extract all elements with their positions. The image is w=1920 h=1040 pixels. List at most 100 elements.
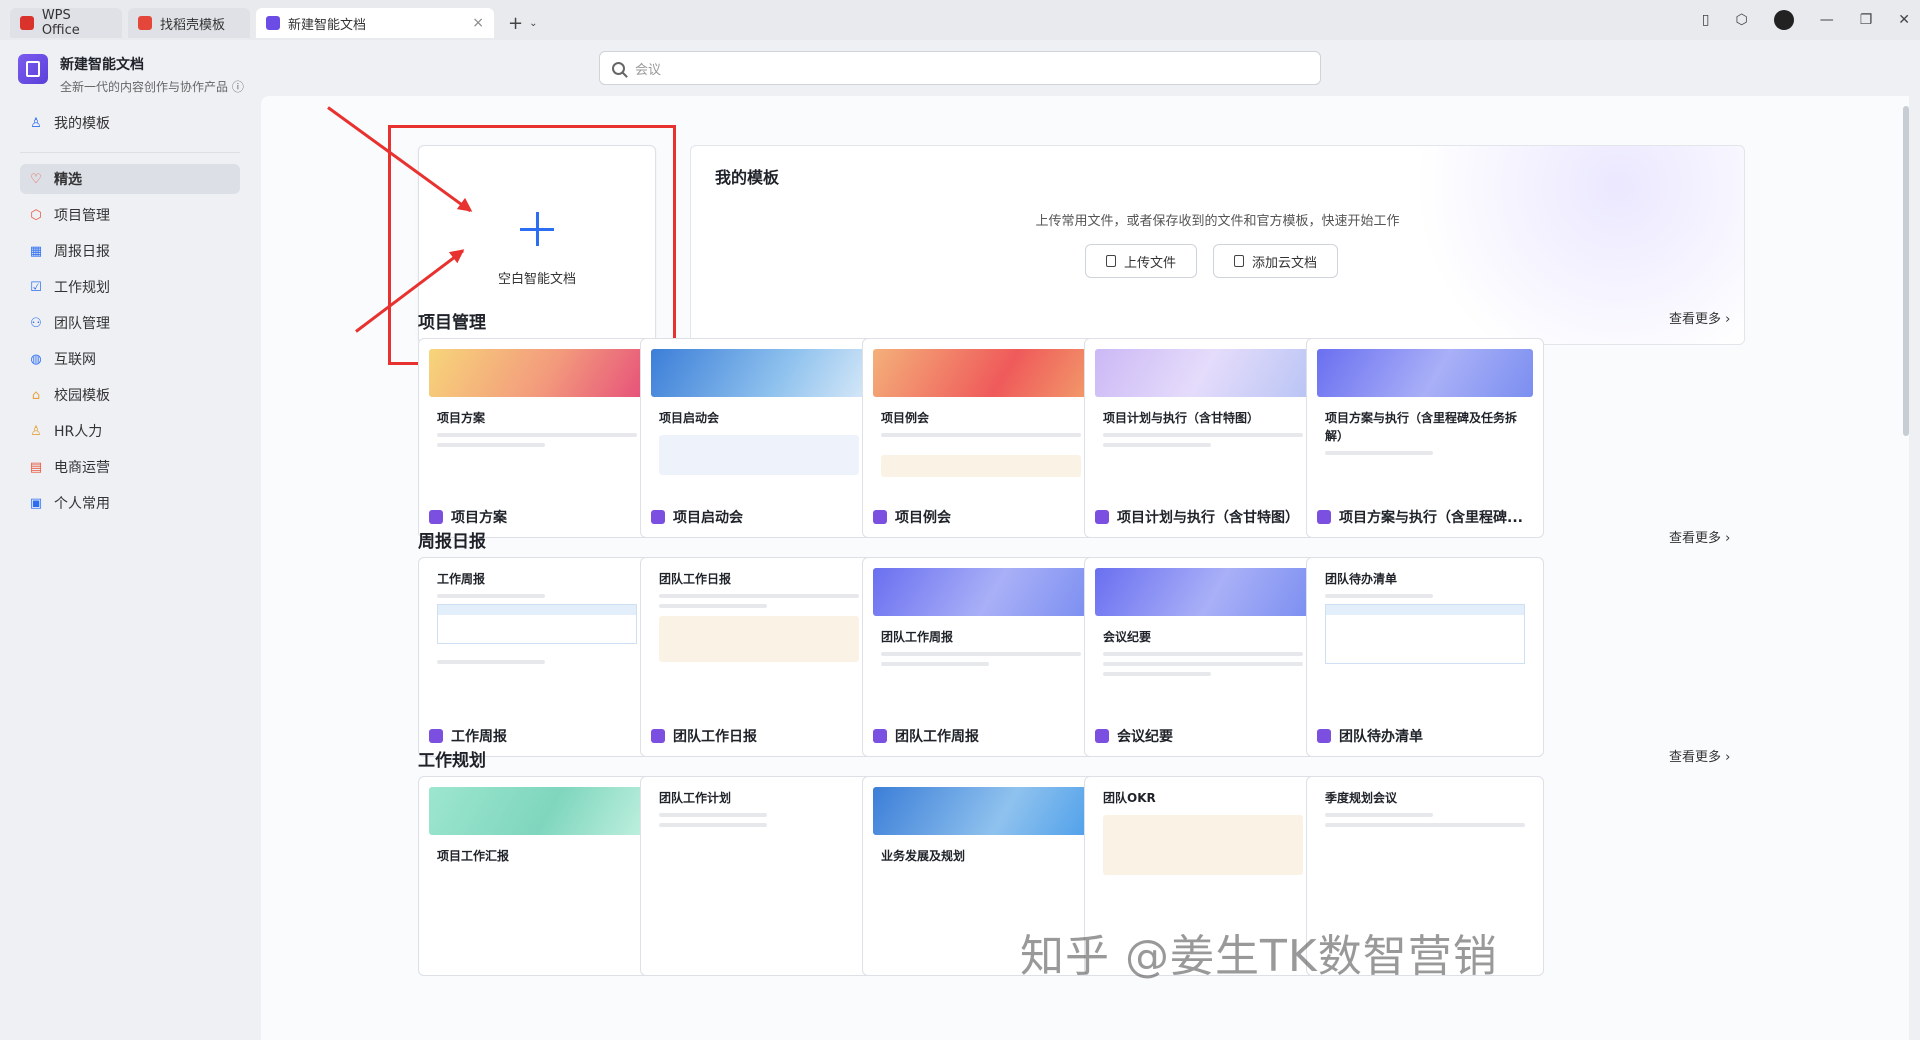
tab-new-smart-doc[interactable]: 新建智能文档 ×	[256, 8, 494, 38]
template-thumbnail: 团队工作计划	[651, 787, 867, 935]
restore-button[interactable]: ❐	[1860, 12, 1873, 28]
template-thumbnail: 项目工作汇报	[429, 787, 645, 935]
template-card[interactable]: 项目计划与执行（含甘特图） 项目计划与执行（含甘特图）	[1084, 338, 1322, 538]
template-card[interactable]: 工作周报 工作周报	[418, 557, 656, 757]
main-content: 空白智能文档 我的模板 上传常用文件，或者保存收到的文件和官方模板，快速开始工作…	[261, 96, 1909, 1040]
sidebar-item-featured[interactable]: ♡ 精选	[20, 164, 240, 194]
sidebar-item-work-planning[interactable]: ☑ 工作规划	[20, 272, 240, 302]
banner-image	[1317, 349, 1533, 397]
sidebar-item-personal[interactable]: ▣ 个人常用	[20, 488, 240, 518]
template-thumbnail: 项目例会	[873, 349, 1089, 497]
thumbnail-title: 会议纪要	[1103, 630, 1152, 644]
divider	[20, 152, 240, 153]
banner-image	[873, 349, 1089, 397]
tab-label: 新建智能文档	[288, 17, 367, 33]
minimize-button[interactable]: —	[1820, 12, 1834, 28]
file-icon	[1106, 255, 1116, 267]
tab-wps-office[interactable]: WPS Office	[10, 8, 122, 38]
smart-doc-icon	[1095, 729, 1109, 743]
sidebar-item-project-management[interactable]: ⬡ 项目管理	[20, 200, 240, 230]
card-label: 项目启动会	[673, 510, 743, 526]
thumbnail-title: 项目方案与执行（含里程碑及任务拆解）	[1325, 411, 1518, 443]
box-icon[interactable]: ⬡	[1735, 12, 1747, 28]
thumbnail-title: 团队工作日报	[659, 572, 732, 586]
search-input[interactable]: 会议	[599, 51, 1321, 85]
template-thumbnail: 项目计划与执行（含甘特图）	[1095, 349, 1311, 497]
smart-doc-icon	[266, 16, 280, 30]
new-tab-button[interactable]: +	[508, 13, 523, 34]
view-more-link[interactable]: 查看更多 ›	[1669, 746, 1730, 765]
section-title-project-management: 项目管理	[418, 313, 486, 333]
sidebar-item-campus[interactable]: ⌂ 校园模板	[20, 380, 240, 410]
template-card[interactable]: 团队工作日报 团队工作日报	[640, 557, 878, 757]
layout-icon[interactable]: ▯	[1702, 12, 1710, 28]
avatar[interactable]	[1773, 10, 1794, 30]
sidebar-item-label: HR人力	[54, 424, 103, 440]
template-card[interactable]: 项目工作汇报	[418, 776, 656, 976]
sidebar-item-label: 个人常用	[54, 496, 110, 512]
template-card[interactable]: 团队工作计划	[640, 776, 878, 976]
thumbnail-title: 团队OKR	[1103, 791, 1156, 805]
smart-doc-icon	[429, 510, 443, 524]
sidebar-item-ecommerce[interactable]: ▤ 电商运营	[20, 452, 240, 482]
add-cloud-doc-button[interactable]: 添加云文档	[1213, 244, 1339, 278]
template-card[interactable]: 会议纪要 会议纪要	[1084, 557, 1322, 757]
template-card[interactable]: 项目方案 项目方案	[418, 338, 656, 538]
banner-image	[429, 349, 645, 397]
view-more-link[interactable]: 查看更多 ›	[1669, 527, 1730, 546]
heart-icon: ♡	[30, 171, 42, 187]
template-thumbnail: 团队工作日报	[651, 568, 867, 716]
card-label: 团队待办清单	[1339, 729, 1423, 745]
template-card[interactable]: 团队工作周报 团队工作周报	[862, 557, 1100, 757]
thumbnail-title: 项目方案	[437, 411, 486, 425]
smart-doc-icon	[873, 729, 887, 743]
docer-logo-icon	[138, 16, 152, 30]
sidebar-item-team-management[interactable]: ⚇ 团队管理	[20, 308, 240, 338]
card-label: 团队工作日报	[673, 729, 757, 745]
template-card[interactable]: 项目例会 项目例会	[862, 338, 1100, 538]
template-thumbnail: 会议纪要	[1095, 568, 1311, 716]
template-thumbnail: 业务发展及规划	[873, 787, 1089, 935]
scrollbar[interactable]	[1903, 106, 1909, 436]
chevron-down-icon[interactable]: ⌄	[529, 18, 537, 29]
banner-image	[1095, 568, 1311, 616]
graduation-cap-icon: ⌂	[31, 387, 41, 403]
template-thumbnail: 团队OKR	[1095, 787, 1311, 935]
card-label: 项目方案	[451, 510, 507, 526]
tab-template-store[interactable]: 找稻壳模板	[128, 8, 250, 38]
sidebar-item-label: 团队管理	[54, 316, 110, 332]
template-card[interactable]: 团队待办清单 团队待办清单	[1306, 557, 1544, 757]
cloud-doc-icon	[1234, 255, 1245, 267]
doc-header: 新建智能文档 全新一代的内容创作与协作产品 ⓘ	[18, 54, 244, 95]
template-thumbnail: 项目方案与执行（含里程碑及任务拆解）	[1317, 349, 1533, 497]
my-templates-panel: 我的模板 上传常用文件，或者保存收到的文件和官方模板，快速开始工作 上传文件 添…	[690, 145, 1745, 345]
close-tab-icon[interactable]: ×	[472, 15, 484, 31]
window-controls: ▯ ⬡ — ❐ ✕	[1702, 0, 1910, 40]
card-label: 项目计划与执行（含甘特图）	[1117, 510, 1299, 526]
sidebar-item-label: 我的模板	[54, 116, 110, 132]
thumbnail-title: 工作周报	[437, 572, 486, 586]
smart-doc-icon	[429, 729, 443, 743]
sidebar-item-my-templates[interactable]: ♙ 我的模板	[20, 108, 240, 138]
smart-doc-icon	[1317, 729, 1331, 743]
cube-icon: ⬡	[30, 207, 42, 223]
view-more-link[interactable]: 查看更多 ›	[1669, 308, 1730, 327]
smart-doc-icon	[1095, 510, 1109, 524]
upload-file-button[interactable]: 上传文件	[1085, 244, 1198, 278]
sidebar-item-internet[interactable]: ◍ 互联网	[20, 344, 240, 374]
shop-icon: ▤	[29, 459, 43, 475]
section-title-work-planning: 工作规划	[418, 751, 486, 771]
my-templates-title: 我的模板	[715, 168, 780, 187]
close-window-button[interactable]: ✕	[1898, 12, 1910, 28]
sidebar-item-label: 工作规划	[54, 280, 110, 296]
template-card[interactable]: 项目方案与执行（含里程碑及任务拆解） 项目方案与执行（含里程碑...	[1306, 338, 1544, 538]
thumbnail-title: 项目例会	[881, 411, 930, 425]
template-card[interactable]: 项目启动会 项目启动会	[640, 338, 878, 538]
template-thumbnail: 项目启动会	[651, 349, 867, 497]
section-title-weekly-daily: 周报日报	[418, 532, 486, 552]
sidebar-item-hr[interactable]: ♙ HR人力	[20, 416, 240, 446]
thumbnail-title: 团队工作计划	[659, 791, 732, 805]
smart-doc-logo-icon	[18, 54, 48, 84]
doc-title: 新建智能文档	[60, 57, 144, 73]
sidebar-item-weekly-daily[interactable]: ▦ 周报日报	[20, 236, 240, 266]
